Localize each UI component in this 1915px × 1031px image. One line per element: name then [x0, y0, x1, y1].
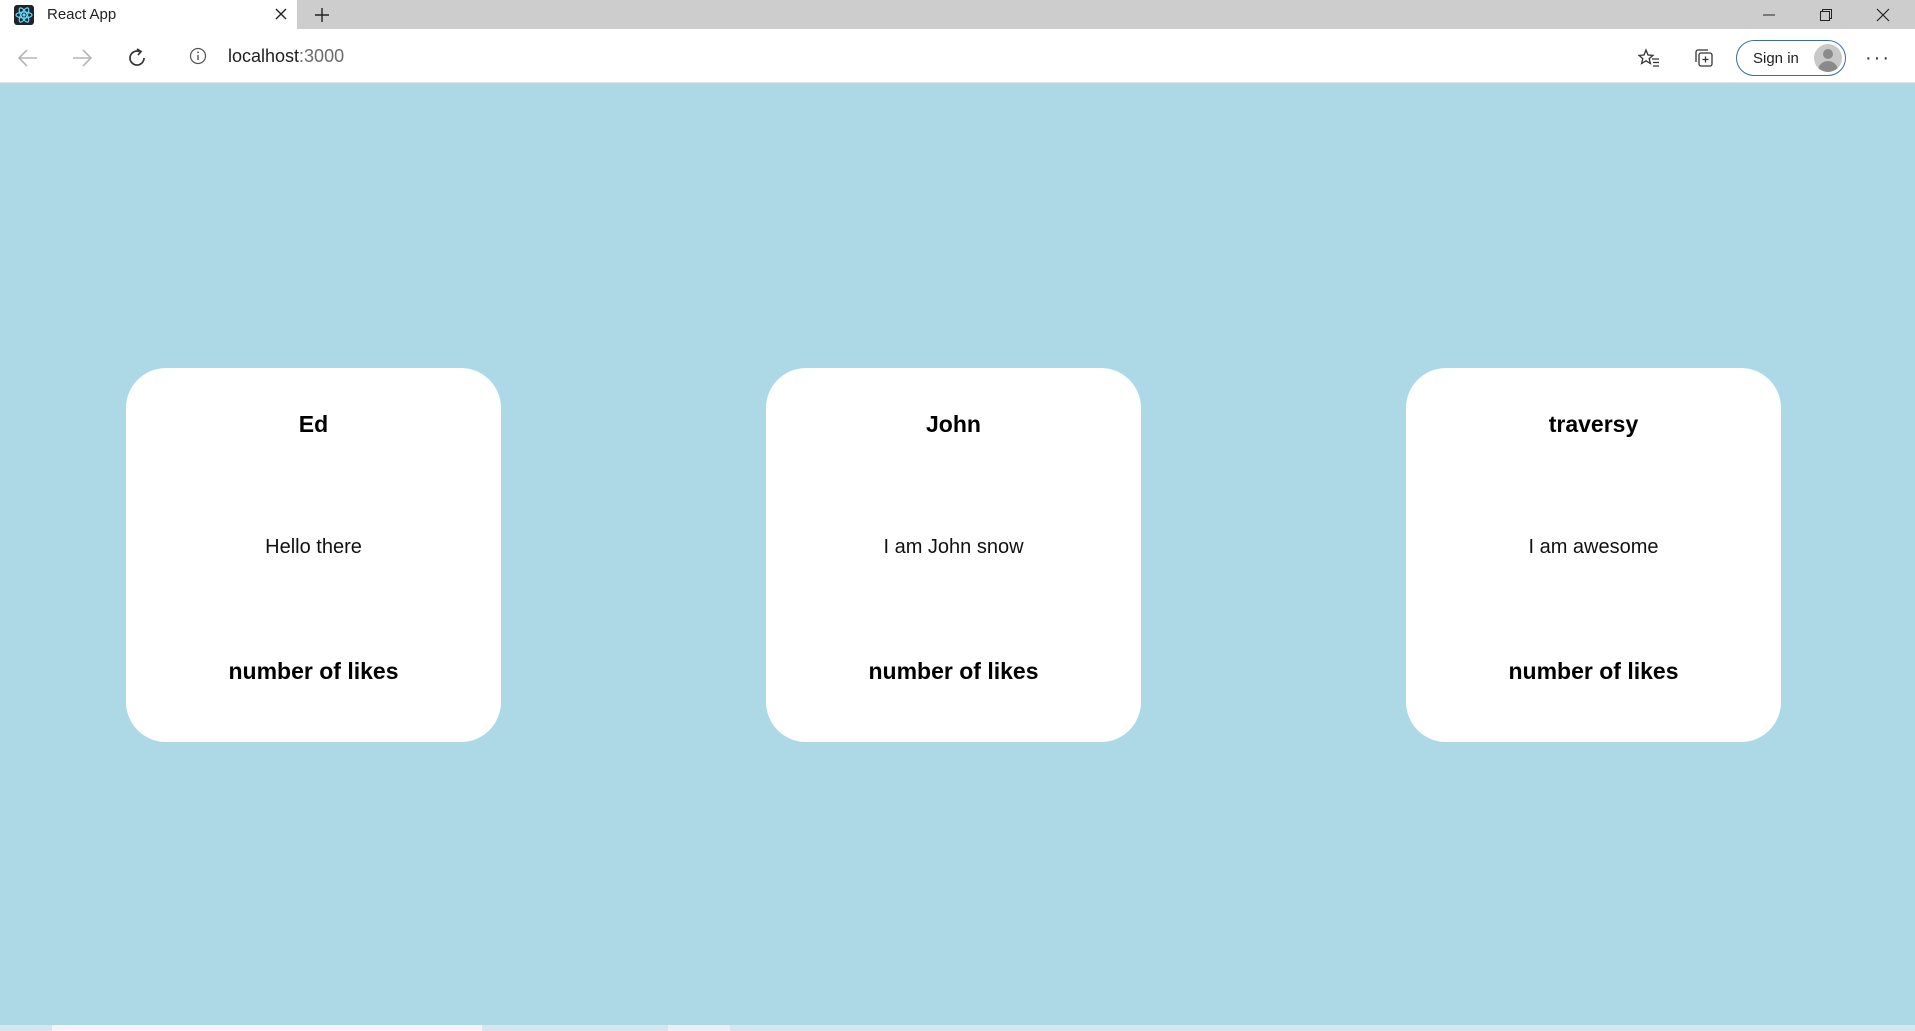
- sign-in-button[interactable]: Sign in: [1736, 40, 1846, 76]
- card: Ed Hello there number of likes: [126, 368, 501, 742]
- card-name: Ed: [298, 411, 329, 437]
- forward-arrow-icon[interactable]: [64, 40, 100, 76]
- card-likes: number of likes: [1508, 658, 1679, 684]
- card-text: I am awesome: [1528, 536, 1659, 558]
- restore-icon[interactable]: [1798, 0, 1854, 29]
- react-logo-icon: [14, 5, 34, 25]
- back-arrow-icon[interactable]: [10, 40, 46, 76]
- more-options-button[interactable]: ···: [1860, 40, 1896, 76]
- card-likes: number of likes: [228, 658, 399, 684]
- browser-tab[interactable]: React App: [0, 0, 297, 29]
- card-name: John: [926, 411, 981, 437]
- url-host: localhost: [228, 46, 300, 66]
- card-likes: number of likes: [868, 658, 1039, 684]
- card-text: I am John snow: [883, 536, 1024, 558]
- favorites-icon[interactable]: [1631, 40, 1667, 76]
- scrollbar-thumb[interactable]: [52, 1025, 482, 1031]
- plus-icon[interactable]: [309, 3, 335, 27]
- card: John I am John snow number of likes: [766, 368, 1141, 742]
- sign-in-label: Sign in: [1753, 49, 1799, 67]
- close-window-icon[interactable]: [1855, 0, 1911, 29]
- browser-toolbar: localhost:3000 Sign in ···: [0, 29, 1915, 83]
- info-icon[interactable]: [189, 47, 207, 65]
- tab-title: React App: [47, 6, 117, 23]
- card: traversy I am awesome number of likes: [1406, 368, 1781, 742]
- title-bar: React App: [0, 0, 1915, 29]
- close-icon[interactable]: [270, 3, 292, 25]
- minimize-icon[interactable]: [1741, 0, 1797, 29]
- horizontal-scrollbar[interactable]: [0, 1025, 1915, 1031]
- avatar: [1814, 44, 1842, 72]
- page-content: Ed Hello there number of likes John I am…: [0, 84, 1915, 1025]
- collections-icon[interactable]: [1686, 40, 1722, 76]
- address-bar[interactable]: localhost:3000: [173, 37, 1768, 75]
- scrollbar-segment: [668, 1025, 730, 1031]
- url-text[interactable]: localhost:3000: [228, 46, 344, 67]
- url-port: :3000: [299, 46, 345, 66]
- card-text: Hello there: [265, 536, 362, 558]
- card-name: traversy: [1548, 411, 1639, 437]
- refresh-icon[interactable]: [119, 40, 155, 76]
